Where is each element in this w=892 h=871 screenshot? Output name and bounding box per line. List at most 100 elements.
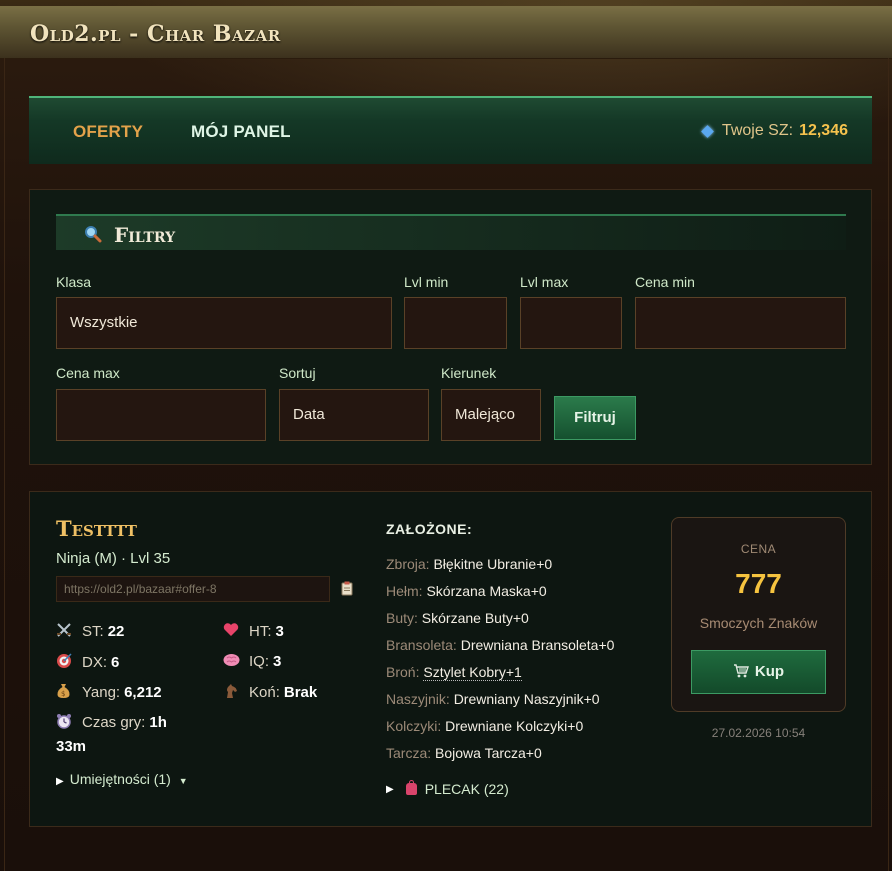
stat-iq-label: IQ:: [249, 653, 270, 670]
equip-item: Drewniana Bransoleta+0: [460, 637, 615, 653]
brain-icon: [223, 653, 243, 670]
price-box: CENA 777 Smoczych Znaków Kup: [671, 517, 846, 712]
crossed-swords-icon: [56, 622, 76, 641]
target-icon: [56, 653, 76, 672]
cart-icon: [733, 664, 749, 678]
lvl-min-label: Lvl min: [404, 274, 449, 290]
filter-submit-button[interactable]: Filtruj: [554, 396, 636, 440]
caret-right-icon: ▶: [56, 776, 64, 787]
equip-item: Bojowa Tarcza+0: [435, 745, 542, 761]
stat-ht-value: 3: [275, 622, 284, 640]
klasa-label: Klasa: [56, 274, 92, 290]
offer-link-field[interactable]: https://old2.pl/bazaar#offer-8: [56, 576, 330, 602]
stat-czas-gry: Czas gry: 1h: [56, 713, 167, 732]
stat-czas-gry-label: Czas gry:: [82, 714, 146, 731]
stat-st-label: ST:: [82, 623, 104, 640]
caret-right-icon: ▶: [386, 783, 394, 795]
equip-row: Kolczyki: Drewniane Kolczyki+0: [386, 718, 583, 734]
magnifier-icon: [84, 225, 102, 248]
equip-item: Skórzane Buty+0: [421, 610, 529, 626]
price-label: CENA: [740, 542, 777, 556]
stat-st-value: 22: [107, 623, 125, 640]
window-titlebar: Old2.pl - Char Bazar: [0, 6, 892, 59]
lvl-max-label: Lvl max: [520, 274, 569, 290]
filters-title: Filtry: [114, 223, 176, 247]
tab-moj-panel[interactable]: MÓJ PANEL: [191, 122, 291, 142]
filters-header: Filtry: [56, 214, 846, 250]
sortuj-select[interactable]: Data: [279, 389, 429, 441]
buy-button[interactable]: Kup: [691, 650, 826, 694]
offer-card: Testttt Ninja (M) · Lvl 35 https://old2.…: [29, 491, 872, 827]
price-currency: Smoczych Znaków: [699, 615, 818, 631]
equip-row: Tarcza: Bojowa Tarcza+0: [386, 745, 542, 761]
stat-kon-label: Koń:: [249, 684, 280, 701]
offer-date: 27.02.2026 10:54: [711, 726, 806, 740]
cena-max-label: Cena max: [56, 365, 120, 381]
backpack-icon: [405, 780, 417, 795]
horse-icon: [223, 683, 243, 702]
lvl-max-input[interactable]: [520, 297, 622, 349]
klasa-select[interactable]: Wszystkie: [56, 297, 392, 349]
equip-row: Naszyjnik: Drewniany Naszyjnik+0: [386, 691, 600, 707]
balance-display: Twoje SZ: 12,346: [701, 122, 848, 140]
stat-czas-gry-minutes: 33m: [56, 738, 87, 755]
alarm-clock-icon: [56, 713, 76, 732]
stat-yang: $ Yang: 6,212: [56, 683, 162, 702]
stat-yang-label: Yang:: [82, 684, 121, 701]
stat-iq-value: 3: [273, 653, 282, 670]
stat-dx-label: DX:: [82, 654, 108, 671]
balance-value: 12,346: [799, 122, 848, 139]
equip-slot: Broń:: [386, 664, 420, 680]
stat-dx-value: 6: [111, 654, 120, 671]
frame-border-right: [888, 58, 889, 871]
stat-st: ST: 22: [56, 622, 124, 641]
lvl-min-input[interactable]: [404, 297, 507, 349]
equip-slot: Zbroja:: [386, 556, 430, 572]
equip-item: Błękitne Ubranie+0: [433, 556, 553, 572]
equip-row: Broń: Sztylet Kobry+1: [386, 664, 522, 681]
equip-row: Hełm: Skórzana Maska+0: [386, 583, 547, 599]
equip-slot: Kolczyki:: [386, 718, 442, 734]
character-class-level: Ninja (M) · Lvl 35: [56, 550, 171, 567]
equip-item: Skórzana Maska+0: [426, 583, 547, 599]
equip-slot: Buty:: [386, 610, 418, 626]
stat-yang-value: 6,212: [124, 684, 162, 701]
skills-toggle[interactable]: ▶ Umiejętności (1) ▼: [56, 771, 188, 787]
diamond-icon: [701, 124, 714, 138]
sortuj-label: Sortuj: [279, 365, 316, 381]
stat-ht-label: HT:: [249, 622, 272, 640]
main-navbar: OFERTY MÓJ PANEL Twoje SZ: 12,346: [29, 96, 872, 164]
stat-kon: Koń: Brak: [223, 683, 317, 702]
equip-row: Buty: Skórzane Buty+0: [386, 610, 529, 626]
equip-row: Zbroja: Błękitne Ubranie+0: [386, 556, 552, 572]
cena-min-label: Cena min: [635, 274, 695, 290]
buy-label: Kup: [754, 663, 785, 680]
price-value: 777: [735, 568, 782, 599]
stat-ht: HT: 3: [223, 622, 284, 640]
equip-row: Bransoleta: Drewniana Bransoleta+0: [386, 637, 614, 653]
equip-slot: Naszyjnik:: [386, 691, 450, 707]
equip-slot: Hełm:: [386, 583, 423, 599]
backpack-toggle[interactable]: ▶ PLECAK (22): [386, 780, 509, 797]
stat-czas-gry-hours: 1h: [149, 714, 167, 731]
cena-min-input[interactable]: [635, 297, 846, 349]
character-name: Testttt: [56, 516, 137, 541]
tab-oferty[interactable]: OFERTY: [73, 122, 143, 142]
caret-down-icon: ▼: [178, 776, 188, 786]
equip-slot: Tarcza:: [386, 745, 432, 761]
equip-item[interactable]: Sztylet Kobry+1: [423, 664, 522, 681]
equip-slot: Bransoleta:: [386, 637, 457, 653]
balance-label: Twoje SZ:: [721, 122, 794, 139]
kierunek-select[interactable]: Malejąco: [441, 389, 541, 441]
filters-panel: Filtry Klasa Wszystkie Lvl min Lvl max C…: [29, 189, 872, 465]
app-title: Old2.pl - Char Bazar: [30, 21, 281, 47]
heart-icon: [223, 622, 243, 640]
svg-text:$: $: [61, 690, 65, 698]
cena-max-input[interactable]: [56, 389, 266, 441]
equip-item: Drewniany Naszyjnik+0: [453, 691, 600, 707]
clipboard-icon[interactable]: [341, 581, 353, 596]
kierunek-label: Kierunek: [441, 365, 497, 381]
skills-label: Umiejętności (1): [69, 771, 171, 787]
backpack-label: PLECAK (22): [424, 781, 509, 797]
equipped-title: ZAŁOŻONE:: [386, 521, 473, 537]
